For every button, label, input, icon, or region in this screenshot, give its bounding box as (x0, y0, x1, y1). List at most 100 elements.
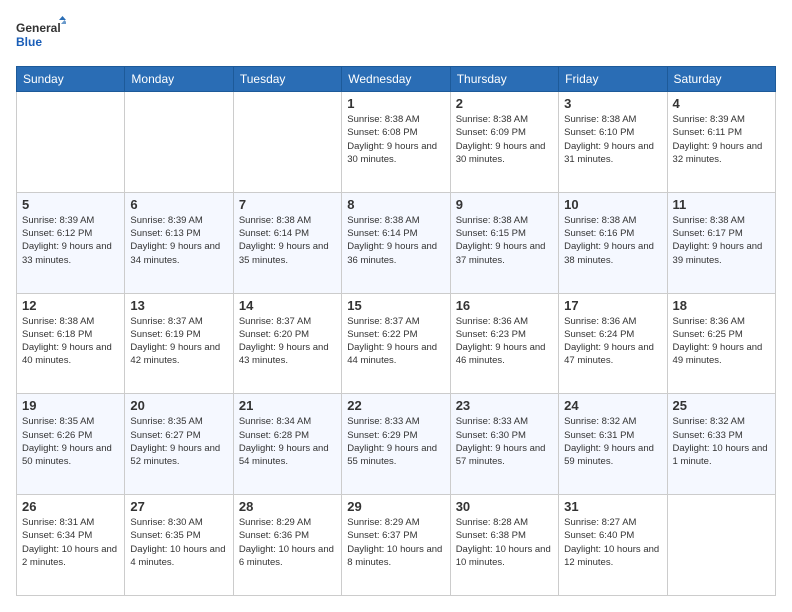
cell-content: Sunrise: 8:35 AM Sunset: 6:26 PM Dayligh… (22, 415, 119, 468)
calendar-cell: 25Sunrise: 8:32 AM Sunset: 6:33 PM Dayli… (667, 394, 775, 495)
calendar-day-header: Sunday (17, 67, 125, 92)
cell-content: Sunrise: 8:31 AM Sunset: 6:34 PM Dayligh… (22, 516, 119, 569)
calendar-day-header: Wednesday (342, 67, 450, 92)
calendar-cell: 1 Sunrise: 8:38 AM Sunset: 6:08 PM Daylig… (342, 92, 450, 193)
cell-content: Sunrise: 8:39 AM Sunset: 6:13 PM Dayligh… (130, 214, 227, 267)
cell-content: Sunrise: 8:29 AM Sunset: 6:36 PM Dayligh… (239, 516, 336, 569)
svg-text:General: General (16, 21, 61, 35)
cell-content: Sunrise: 8:39 AM Sunset: 6:12 PM Dayligh… (22, 214, 119, 267)
calendar-cell: 26 Sunrise: 8:31 AM Sunset: 6:34 PM Dayli… (17, 495, 125, 596)
calendar-cell: 19Sunrise: 8:35 AM Sunset: 6:26 PM Dayli… (17, 394, 125, 495)
cell-content: Sunrise: 8:33 AM Sunset: 6:30 PM Dayligh… (456, 415, 553, 468)
calendar-week-row: 19Sunrise: 8:35 AM Sunset: 6:26 PM Dayli… (17, 394, 776, 495)
calendar-cell: 8 Sunrise: 8:38 AM Sunset: 6:14 PM Daylig… (342, 192, 450, 293)
cell-content: Sunrise: 8:38 AM Sunset: 6:10 PM Dayligh… (564, 113, 661, 166)
calendar-cell: 10 Sunrise: 8:38 AM Sunset: 6:16 PM Dayli… (559, 192, 667, 293)
day-number: 9 (456, 197, 553, 212)
svg-text:Blue: Blue (16, 35, 42, 49)
calendar-cell: 21 Sunrise: 8:34 AM Sunset: 6:28 PM Dayli… (233, 394, 341, 495)
day-number: 2 (456, 96, 553, 111)
day-number: 20 (130, 398, 227, 413)
calendar-cell: 20 Sunrise: 8:35 AM Sunset: 6:27 PM Dayli… (125, 394, 233, 495)
day-number: 29 (347, 499, 444, 514)
cell-content: Sunrise: 8:35 AM Sunset: 6:27 PM Dayligh… (130, 415, 227, 468)
day-number: 27 (130, 499, 227, 514)
cell-content: Sunrise: 8:29 AM Sunset: 6:37 PM Dayligh… (347, 516, 444, 569)
day-number: 6 (130, 197, 227, 212)
cell-content: Sunrise: 8:32 AM Sunset: 6:31 PM Dayligh… (564, 415, 661, 468)
calendar-day-header: Tuesday (233, 67, 341, 92)
calendar-cell: 30 Sunrise: 8:28 AM Sunset: 6:38 PM Dayli… (450, 495, 558, 596)
cell-content: Sunrise: 8:36 AM Sunset: 6:25 PM Dayligh… (673, 315, 770, 368)
cell-content: Sunrise: 8:38 AM Sunset: 6:14 PM Dayligh… (239, 214, 336, 267)
calendar-cell: 11 Sunrise: 8:38 AM Sunset: 6:17 PM Dayli… (667, 192, 775, 293)
day-number: 17 (564, 298, 661, 313)
calendar-cell: 24 Sunrise: 8:32 AM Sunset: 6:31 PM Dayli… (559, 394, 667, 495)
day-number: 30 (456, 499, 553, 514)
cell-content: Sunrise: 8:30 AM Sunset: 6:35 PM Dayligh… (130, 516, 227, 569)
calendar-cell (125, 92, 233, 193)
day-number: 12 (22, 298, 119, 313)
day-number: 26 (22, 499, 119, 514)
calendar-cell: 23 Sunrise: 8:33 AM Sunset: 6:30 PM Dayli… (450, 394, 558, 495)
day-number: 7 (239, 197, 336, 212)
cell-content: Sunrise: 8:34 AM Sunset: 6:28 PM Dayligh… (239, 415, 336, 468)
day-number: 23 (456, 398, 553, 413)
calendar-cell: 3 Sunrise: 8:38 AM Sunset: 6:10 PM Daylig… (559, 92, 667, 193)
calendar-day-header: Monday (125, 67, 233, 92)
calendar-cell: 2Sunrise: 8:38 AM Sunset: 6:09 PM Daylig… (450, 92, 558, 193)
calendar-cell: 14 Sunrise: 8:37 AM Sunset: 6:20 PM Dayli… (233, 293, 341, 394)
calendar-cell: 29 Sunrise: 8:29 AM Sunset: 6:37 PM Dayli… (342, 495, 450, 596)
logo-svg: General Blue (16, 16, 66, 56)
cell-content: Sunrise: 8:37 AM Sunset: 6:20 PM Dayligh… (239, 315, 336, 368)
calendar-cell: 12Sunrise: 8:38 AM Sunset: 6:18 PM Dayli… (17, 293, 125, 394)
calendar-cell: 27 Sunrise: 8:30 AM Sunset: 6:35 PM Dayli… (125, 495, 233, 596)
cell-content: Sunrise: 8:28 AM Sunset: 6:38 PM Dayligh… (456, 516, 553, 569)
day-number: 8 (347, 197, 444, 212)
calendar-cell: 7 Sunrise: 8:38 AM Sunset: 6:14 PM Daylig… (233, 192, 341, 293)
day-number: 31 (564, 499, 661, 514)
calendar-cell: 15Sunrise: 8:37 AM Sunset: 6:22 PM Dayli… (342, 293, 450, 394)
day-number: 4 (673, 96, 770, 111)
cell-content: Sunrise: 8:37 AM Sunset: 6:19 PM Dayligh… (130, 315, 227, 368)
calendar-table: SundayMondayTuesdayWednesdayThursdayFrid… (16, 66, 776, 596)
cell-content: Sunrise: 8:27 AM Sunset: 6:40 PM Dayligh… (564, 516, 661, 569)
day-number: 1 (347, 96, 444, 111)
cell-content: Sunrise: 8:39 AM Sunset: 6:11 PM Dayligh… (673, 113, 770, 166)
cell-content: Sunrise: 8:33 AM Sunset: 6:29 PM Dayligh… (347, 415, 444, 468)
calendar-cell: 22 Sunrise: 8:33 AM Sunset: 6:29 PM Dayli… (342, 394, 450, 495)
calendar-cell: 31 Sunrise: 8:27 AM Sunset: 6:40 PM Dayli… (559, 495, 667, 596)
logo: General Blue (16, 16, 66, 56)
day-number: 10 (564, 197, 661, 212)
calendar-cell: 9 Sunrise: 8:38 AM Sunset: 6:15 PM Daylig… (450, 192, 558, 293)
day-number: 14 (239, 298, 336, 313)
calendar-day-header: Friday (559, 67, 667, 92)
calendar-week-row: 12Sunrise: 8:38 AM Sunset: 6:18 PM Dayli… (17, 293, 776, 394)
calendar-week-row: 26 Sunrise: 8:31 AM Sunset: 6:34 PM Dayli… (17, 495, 776, 596)
day-number: 22 (347, 398, 444, 413)
cell-content: Sunrise: 8:38 AM Sunset: 6:08 PM Dayligh… (347, 113, 444, 166)
cell-content: Sunrise: 8:38 AM Sunset: 6:16 PM Dayligh… (564, 214, 661, 267)
calendar-cell: 5Sunrise: 8:39 AM Sunset: 6:12 PM Daylig… (17, 192, 125, 293)
day-number: 28 (239, 499, 336, 514)
calendar-cell: 6 Sunrise: 8:39 AM Sunset: 6:13 PM Daylig… (125, 192, 233, 293)
page: General Blue SundayMondayTuesdayWednesda… (0, 0, 792, 612)
day-number: 3 (564, 96, 661, 111)
day-number: 21 (239, 398, 336, 413)
cell-content: Sunrise: 8:38 AM Sunset: 6:14 PM Dayligh… (347, 214, 444, 267)
calendar-cell: 16Sunrise: 8:36 AM Sunset: 6:23 PM Dayli… (450, 293, 558, 394)
day-number: 18 (673, 298, 770, 313)
calendar-cell (17, 92, 125, 193)
cell-content: Sunrise: 8:38 AM Sunset: 6:15 PM Dayligh… (456, 214, 553, 267)
calendar-cell (667, 495, 775, 596)
day-number: 13 (130, 298, 227, 313)
day-number: 25 (673, 398, 770, 413)
calendar-cell: 4 Sunrise: 8:39 AM Sunset: 6:11 PM Daylig… (667, 92, 775, 193)
day-number: 11 (673, 197, 770, 212)
calendar-day-header: Thursday (450, 67, 558, 92)
calendar-cell: 28 Sunrise: 8:29 AM Sunset: 6:36 PM Dayli… (233, 495, 341, 596)
header: General Blue (16, 16, 776, 56)
cell-content: Sunrise: 8:38 AM Sunset: 6:17 PM Dayligh… (673, 214, 770, 267)
day-number: 24 (564, 398, 661, 413)
calendar-week-row: 1 Sunrise: 8:38 AM Sunset: 6:08 PM Daylig… (17, 92, 776, 193)
